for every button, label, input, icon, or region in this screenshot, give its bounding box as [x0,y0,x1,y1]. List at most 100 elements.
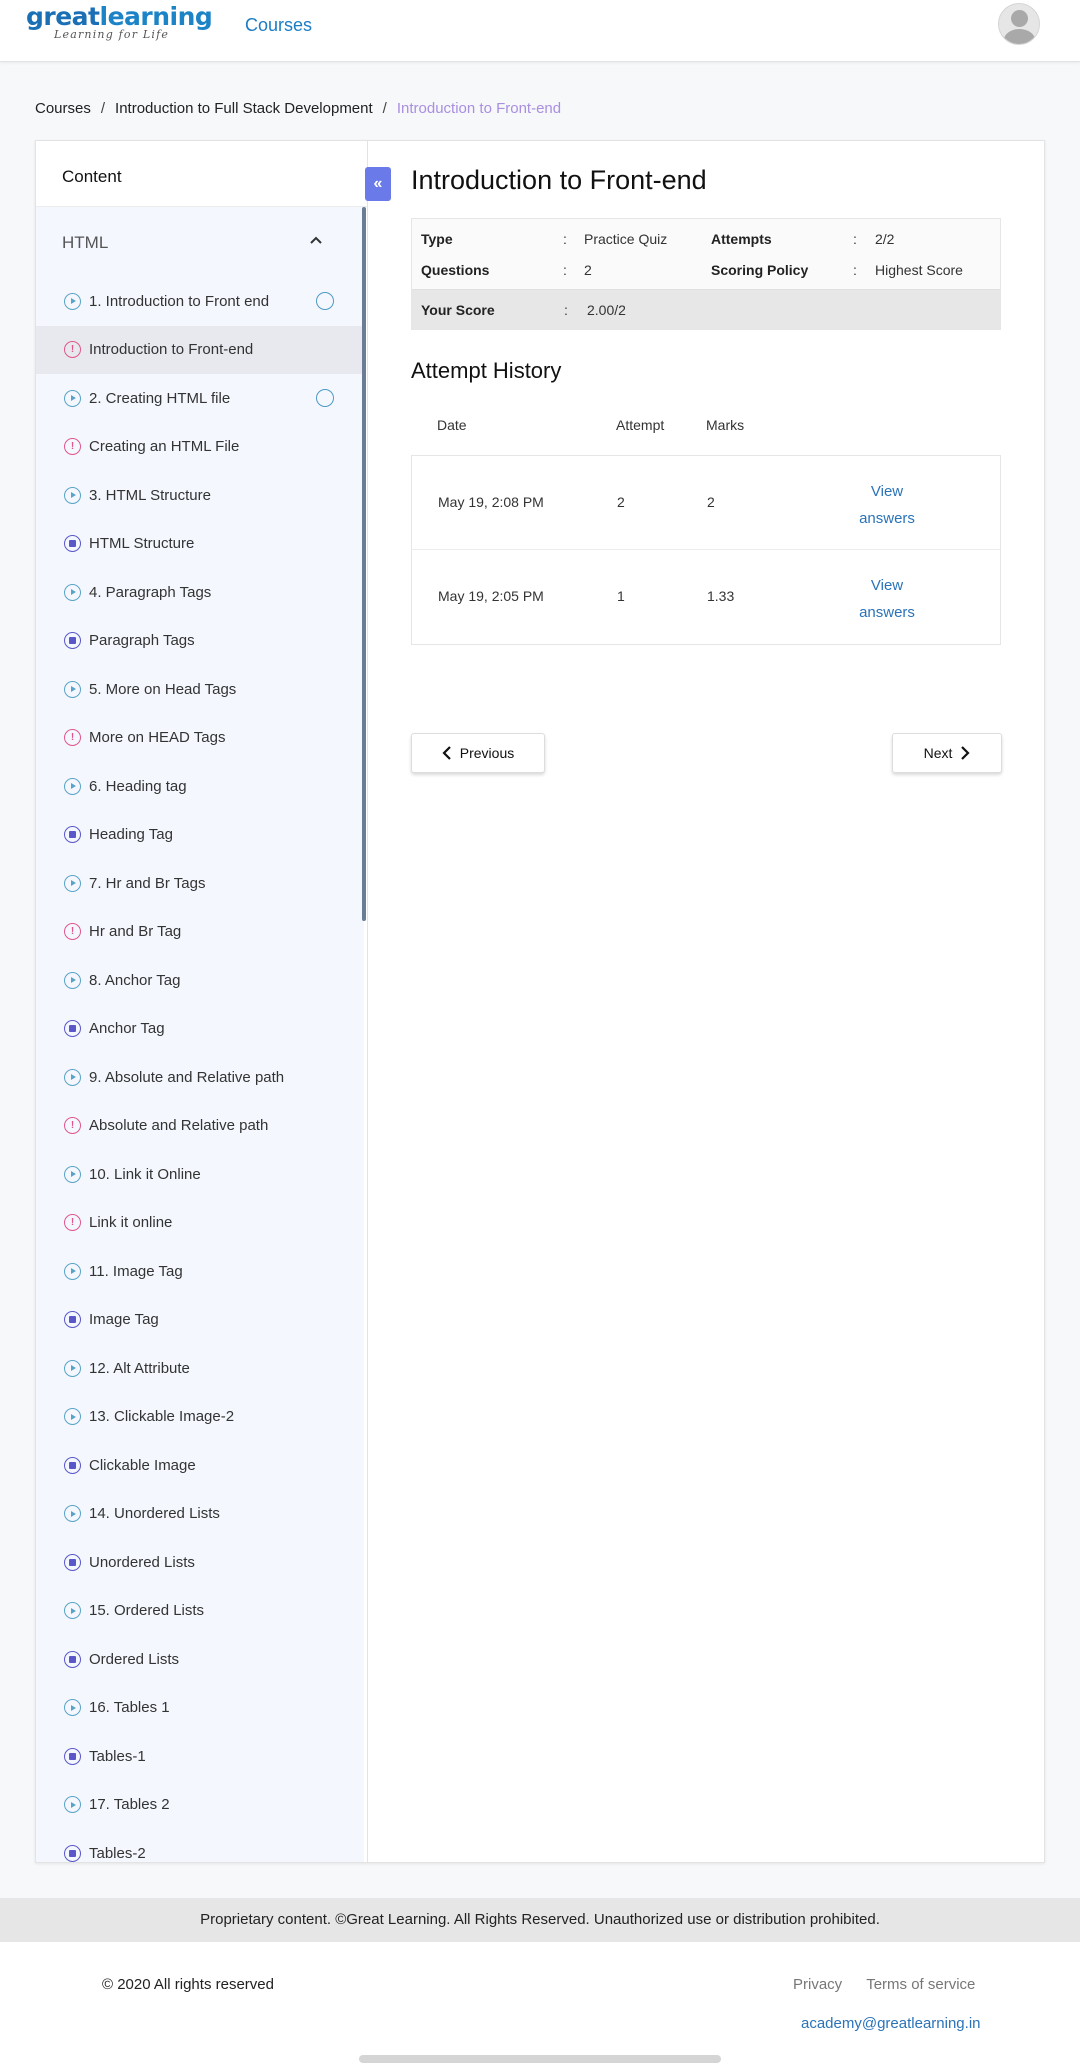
sidebar-item-label: 17. Tables 2 [89,1796,170,1814]
sidebar-item-label: Ordered Lists [89,1650,180,1668]
proprietary-notice: Proprietary content. ©Great Learning. Al… [0,1898,1080,1942]
sidebar-item[interactable]: 5. More on Head Tags [36,665,364,714]
sidebar-item[interactable]: 9. Absolute and Relative path [36,1053,364,1102]
quiz-icon [64,923,81,941]
sidebar-item[interactable]: Unordered Lists [36,1538,364,1587]
sidebar-item[interactable]: 14. Unordered Lists [36,1490,364,1539]
sidebar-item[interactable]: 10. Link it Online [36,1150,364,1199]
document-icon [64,1456,81,1474]
sidebar-list[interactable]: HTML 1. Introduction to Front end Introdu… [36,207,364,1862]
view-answers-text[interactable]: answers [852,505,922,532]
header-date: Date [437,417,467,433]
view-answers-link[interactable]: View answers [852,572,922,626]
attempt-history-title: Attempt History [411,358,562,383]
section-html[interactable]: HTML [36,207,364,277]
privacy-link[interactable]: Privacy [793,1976,842,1993]
sidebar-item[interactable]: HTML Structure [36,520,364,569]
sidebar-item[interactable]: 13. Clickable Image-2 [36,1393,364,1442]
terms-link[interactable]: Terms of service [866,1976,975,1993]
sidebar-item[interactable]: Heading Tag [36,811,364,860]
sidebar-item[interactable]: 3. HTML Structure [36,471,364,520]
main-content: Introduction to Front-end Type : Practic… [411,141,1011,775]
sidebar-item[interactable]: 16. Tables 1 [36,1684,364,1733]
sidebar-item-label: Unordered Lists [89,1553,195,1571]
view-answers-text[interactable]: View [852,572,922,599]
table-row: May 19, 2:08 PM 2 2 View answers [412,456,1000,550]
quiz-icon [64,341,81,359]
sidebar-item[interactable]: 8. Anchor Tag [36,956,364,1005]
sidebar-item-label: 4. Paragraph Tags [89,583,212,601]
sidebar-item[interactable]: 17. Tables 2 [36,1781,364,1830]
sidebar-item[interactable]: 2. Creating HTML file [36,374,364,423]
document-icon [64,1650,81,1668]
page-title: Introduction to Front-end [411,165,707,195]
sidebar-item-label: 12. Alt Attribute [89,1359,190,1377]
header-marks: Marks [706,417,745,433]
sidebar-item[interactable]: Paragraph Tags [36,617,364,666]
previous-button[interactable]: Previous [411,733,545,773]
document-icon [64,1747,81,1765]
sidebar-item[interactable]: Image Tag [36,1296,364,1345]
colon: : [563,231,567,247]
content-sidebar: Content HTML 1. Introduction to Front en… [36,141,368,1862]
view-answers-text[interactable]: answers [852,599,922,626]
your-score-label: Your Score [421,302,495,318]
document-icon [64,826,81,844]
play-circle-icon [64,1699,81,1717]
breadcrumb-courses[interactable]: Courses [35,100,91,117]
score-row: Your Score : 2.00/2 [412,289,1000,329]
support-email-link[interactable]: academy@greatlearning.in [801,2015,981,2032]
breadcrumb-course[interactable]: Introduction to Full Stack Development [115,100,373,117]
greatlearning-logo[interactable]: greatlearning Learning for Life [26,2,213,41]
play-circle-icon [64,389,81,407]
chevron-up-icon[interactable] [310,235,322,247]
sidebar-item[interactable]: 4. Paragraph Tags [36,568,364,617]
sidebar-item[interactable]: Tables-1 [36,1732,364,1781]
sidebar-item[interactable]: Link it online [36,1199,364,1248]
collapse-sidebar-button[interactable]: « [365,167,391,201]
page-footer: © 2020 All rights reserved Privacy Terms… [0,1942,1080,2066]
play-circle-icon [64,777,81,795]
user-avatar-icon[interactable] [998,3,1040,45]
sidebar-item-label: Link it online [89,1214,173,1232]
sidebar-item[interactable]: 11. Image Tag [36,1247,364,1296]
view-answers-text[interactable]: View [852,478,922,505]
sidebar-item-label: 9. Absolute and Relative path [89,1068,285,1086]
sidebar-item-label: 15. Ordered Lists [89,1602,205,1620]
sidebar-item[interactable]: 7. Hr and Br Tags [36,859,364,908]
breadcrumb-separator: / [100,100,106,117]
play-circle-icon [64,1359,81,1377]
sidebar-item[interactable]: Anchor Tag [36,1005,364,1054]
sidebar-scrollbar[interactable] [362,207,366,921]
colon: : [853,231,857,247]
attempt-history-table: May 19, 2:08 PM 2 2 View answers May 19, … [411,455,1001,645]
sidebar-item[interactable]: More on HEAD Tags [36,714,364,763]
sidebar-item[interactable]: Hr and Br Tag [36,908,364,957]
sidebar-item[interactable]: 12. Alt Attribute [36,1344,364,1393]
quiz-icon [64,438,81,456]
sidebar-item[interactable]: Absolute and Relative path [36,1102,364,1151]
colon: : [563,262,567,278]
sidebar-item[interactable]: 6. Heading tag [36,762,364,811]
quiz-icon [64,1214,81,1232]
attempt-date: May 19, 2:05 PM [438,588,544,604]
sidebar-item[interactable]: Clickable Image [36,1441,364,1490]
play-circle-icon [64,1068,81,1086]
sidebar-item[interactable]: 1. Introduction to Front end [36,277,364,326]
nav-courses-link[interactable]: Courses [245,15,312,36]
play-circle-icon [64,874,81,892]
sidebar-item-label: 1. Introduction to Front end [89,292,270,310]
sidebar-item[interactable]: Ordered Lists [36,1635,364,1684]
play-circle-icon [64,1165,81,1183]
sidebar-item[interactable]: Tables-2 [36,1829,364,1862]
view-answers-link[interactable]: View answers [852,478,922,532]
sidebar-item-label: 3. HTML Structure [89,486,211,504]
play-circle-icon [64,583,81,601]
sidebar-item-label: 7. Hr and Br Tags [89,874,206,892]
next-button[interactable]: Next [892,733,1002,773]
sidebar-item[interactable]: Creating an HTML File [36,423,364,472]
document-icon [64,1844,81,1862]
sidebar-item[interactable]: Introduction to Front-end [36,325,364,374]
sidebar-item[interactable]: 15. Ordered Lists [36,1587,364,1636]
home-indicator[interactable] [359,2055,721,2063]
